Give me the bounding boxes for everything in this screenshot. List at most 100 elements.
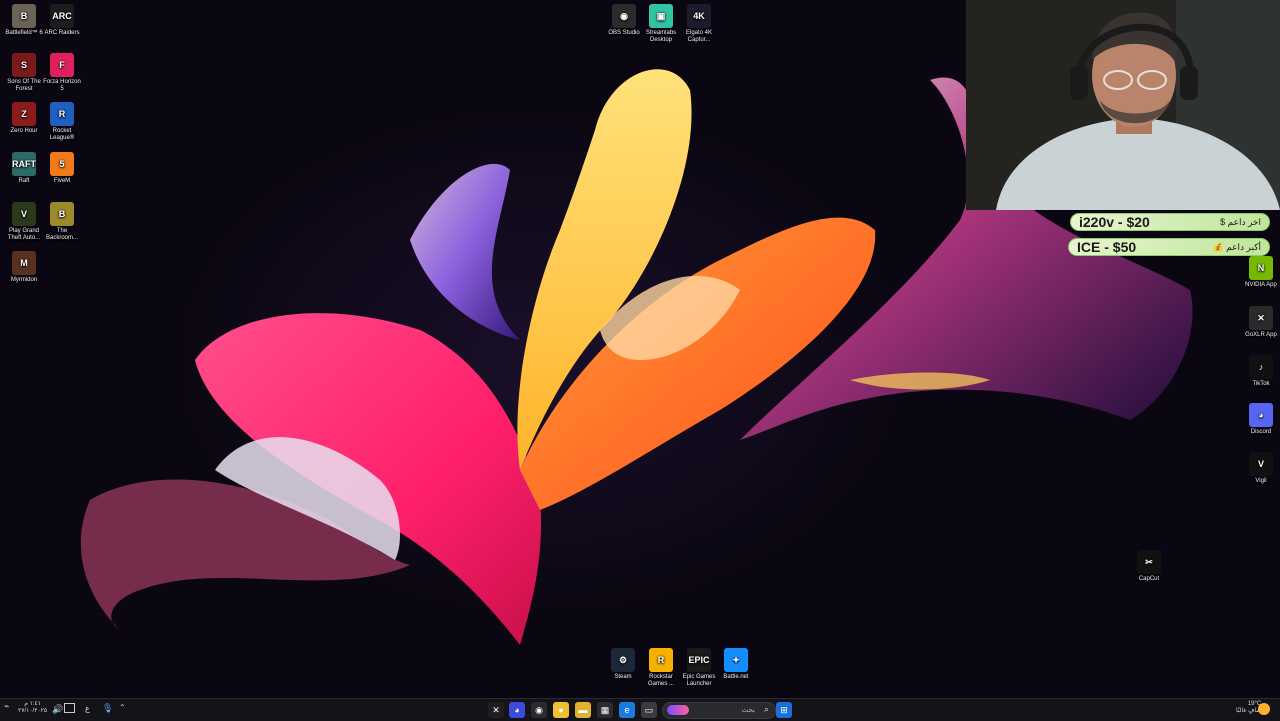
desktop-shortcut-label: Myrmidon: [10, 277, 38, 283]
desktop-shortcut-raft[interactable]: RAFT Raft: [3, 152, 45, 185]
desktop-shortcut-label: Rockstar Games ...: [647, 674, 674, 687]
desktop-shortcut-forza-horizon-5[interactable]: F Forza Horizon 5: [41, 53, 83, 93]
desktop-shortcut-label: Forza Horizon 5: [43, 79, 81, 92]
desktop-shortcut-label: Vigil: [1255, 478, 1267, 484]
desktop-shortcut-goxlr-app[interactable]: ✕ GoXLR App: [1240, 306, 1280, 339]
desktop-shortcut-steam[interactable]: ⚙ Steam: [602, 648, 644, 681]
desktop-shortcut-label: Epic Games Launcher: [682, 674, 716, 687]
desktop-shortcut-label: CapCut: [1138, 576, 1160, 582]
desktop-shortcut-label: Battlefield™ 6: [5, 30, 43, 36]
chrome-taskbar-icon[interactable]: ●: [553, 702, 569, 718]
desktop-shortcut-label: OBS Studio: [608, 30, 640, 36]
last-donor-text: i220v - $20: [1079, 214, 1150, 230]
webcam-person-image: [966, 0, 1280, 210]
search-box[interactable]: بحث ⌕: [662, 702, 776, 719]
desktop-shortcut-label: Play Grand Theft Auto...: [7, 228, 41, 241]
desktop-shortcut-sons-of-the-forest[interactable]: S Sons Of The Forest: [3, 53, 45, 93]
desktop-shortcut-obs-studio[interactable]: ◉ OBS Studio: [603, 4, 645, 37]
desktop-shortcut-label: TikTok: [1252, 381, 1270, 387]
capcut-icon: ✂: [1137, 550, 1161, 574]
goxlr-app-icon: ✕: [1249, 306, 1273, 330]
arc-raiders-icon: ARC: [50, 4, 74, 28]
desktop-shortcut-epic-games-launcher[interactable]: EPIC Epic Games Launcher: [678, 648, 720, 688]
clock-time: ١:٤١ م: [24, 701, 41, 707]
discord-icon: ◕: [1249, 403, 1273, 427]
edge-taskbar-icon[interactable]: e: [619, 702, 635, 718]
desktop-shortcut-the-backroom[interactable]: B The Backroom...: [41, 202, 83, 242]
desktop-shortcut-discord[interactable]: ◕ Discord: [1240, 403, 1280, 436]
chevron-up-icon[interactable]: ⌃: [119, 703, 126, 712]
desktop-shortcut-play-grand-theft-auto[interactable]: V Play Grand Theft Auto...: [3, 202, 45, 242]
desktop-shortcut-label: ARC Raiders: [44, 30, 80, 36]
desktop-shortcut-elgato-4k-captur[interactable]: 4K Elgato 4K Captur...: [678, 4, 720, 44]
clock[interactable]: ١:٤١ م ٢٧/١٠/٢٠٢٥: [18, 701, 47, 714]
language-indicator[interactable]: ع: [85, 704, 90, 713]
search-highlight-icon: [667, 705, 689, 715]
search-icon: ⌕: [763, 704, 769, 714]
desktop-shortcut-label: Streamlabs Desktop: [645, 30, 677, 43]
desktop-shortcut-label: GoXLR App: [1245, 332, 1277, 338]
desktop-shortcut-label: Zero Hour: [10, 128, 38, 134]
volume-icon[interactable]: 🔊: [52, 704, 63, 715]
nvidia-app-icon: N: [1249, 256, 1273, 280]
desktop-shortcut-myrmidon[interactable]: M Myrmidon: [3, 251, 45, 284]
zero-hour-icon: Z: [12, 102, 36, 126]
mic-icon[interactable]: 🎙: [102, 703, 113, 714]
desktop-shortcut-battlefield-6[interactable]: B Battlefield™ 6: [3, 4, 45, 37]
desktop-shortcut-label: Discord: [1250, 429, 1272, 435]
fivem-icon: 5: [50, 152, 74, 176]
app-taskbar-icon[interactable]: ▭: [641, 702, 657, 718]
forza-horizon-5-icon: F: [50, 53, 74, 77]
search-placeholder: بحث: [741, 707, 755, 714]
battle-net-icon: ✦: [724, 648, 748, 672]
obs-taskbar-icon[interactable]: ◉: [531, 702, 547, 718]
weather-sun-icon: [1258, 703, 1270, 715]
taskbar: ⌁ ١:٤١ م ٢٧/١٠/٢٠٢٥ 🔊 ع 🎙 ⌃ ✕ ◕ ◉ ● ▬ ▦ …: [0, 698, 1280, 721]
store-taskbar-icon[interactable]: ▦: [597, 702, 613, 718]
desktop-shortcut-streamlabs-desktop[interactable]: ▣ Streamlabs Desktop: [640, 4, 682, 44]
file-explorer-icon[interactable]: ▬: [575, 702, 591, 718]
the-backroom-icon: B: [50, 202, 74, 226]
desktop-shortcut-label: FiveM: [53, 178, 71, 184]
desktop-shortcut-rocket-league[interactable]: R Rocket League®: [41, 102, 83, 142]
desktop-shortcut-vigil[interactable]: V Vigil: [1240, 452, 1280, 485]
desktop-shortcut-label: The Backroom...: [45, 228, 78, 241]
last-donor-badge: i220v - $20 $ اخر داعم: [1070, 213, 1270, 231]
obs-studio-icon: ◉: [612, 4, 636, 28]
desktop-shortcut-label: Elgato 4K Captur...: [685, 30, 713, 43]
desktop-shortcut-nvidia-app[interactable]: N NVIDIA App: [1240, 256, 1280, 289]
last-donor-label: $ اخر داعم: [1220, 216, 1261, 227]
xbox-taskbar-icon[interactable]: ✕: [488, 702, 504, 718]
network-icon[interactable]: ⌁: [4, 701, 14, 715]
clock-date: ٢٧/١٠/٢٠٢٥: [18, 707, 48, 714]
desktop-shortcut-rockstar-games[interactable]: R Rockstar Games ...: [640, 648, 682, 688]
display-icon[interactable]: [64, 703, 75, 713]
myrmidon-icon: M: [12, 251, 36, 275]
top-donor-label: 💰 أكبر داعم: [1212, 241, 1261, 252]
raft-icon: RAFT: [12, 152, 36, 176]
desktop-shortcut-label: Raft: [18, 178, 30, 184]
desktop-shortcut-label: NVIDIA App: [1245, 282, 1277, 288]
desktop-shortcut-battle-net[interactable]: ✦ Battle.net: [715, 648, 757, 681]
desktop-shortcut-label: Battle.net: [723, 674, 749, 680]
top-donor-text: ICE - $50: [1077, 239, 1137, 255]
rockstar-games-icon: R: [649, 648, 673, 672]
epic-games-launcher-icon: EPIC: [687, 648, 711, 672]
webcam-overlay: [966, 0, 1280, 210]
sons-of-the-forest-icon: S: [12, 53, 36, 77]
desktop-shortcut-label: Steam: [614, 674, 632, 680]
vigil-icon: V: [1249, 452, 1273, 476]
desktop-shortcut-tiktok[interactable]: ♪ TikTok: [1240, 355, 1280, 388]
desktop-shortcut-arc-raiders[interactable]: ARC ARC Raiders: [41, 4, 83, 37]
start-button[interactable]: ⊞: [776, 702, 792, 718]
desktop-shortcut-capcut[interactable]: ✂ CapCut: [1128, 550, 1170, 583]
elgato-4k-captur-icon: 4K: [687, 4, 711, 28]
desktop-shortcut-fivem[interactable]: 5 FiveM: [41, 152, 83, 185]
tiktok-icon: ♪: [1249, 355, 1273, 379]
desktop-shortcut-zero-hour[interactable]: Z Zero Hour: [3, 102, 45, 135]
discord-taskbar-icon[interactable]: ◕: [509, 702, 525, 718]
desktop-shortcut-label: Rocket League®: [49, 128, 75, 141]
desktop-shortcut-label: Sons Of The Forest: [7, 79, 41, 92]
rocket-league-icon: R: [50, 102, 74, 126]
battlefield-6-icon: B: [12, 4, 36, 28]
